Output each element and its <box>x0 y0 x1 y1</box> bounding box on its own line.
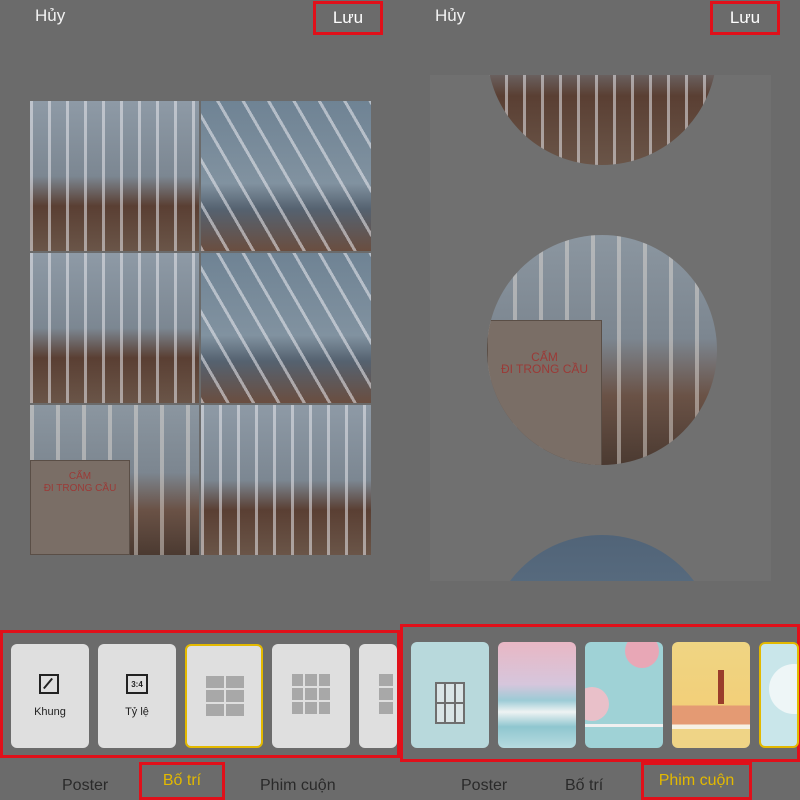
ratio-tool[interactable]: 3:4 Tỷ lệ <box>98 644 176 748</box>
collage-photo[interactable] <box>30 253 199 403</box>
tab-poster[interactable]: Poster <box>62 777 108 795</box>
layout-option[interactable] <box>272 644 350 748</box>
template-thumb[interactable] <box>585 642 663 748</box>
frame-label: Khung <box>34 706 66 718</box>
building-window <box>435 682 465 724</box>
left-screen: Hủy Lưu CẤM ĐI TRONG CẦU Khung 3:4 Tỷ lệ <box>0 0 400 800</box>
collage-canvas[interactable]: CẤM ĐI TRONG CẦU <box>30 101 371 555</box>
tab-layout[interactable]: Bố trí <box>565 777 603 795</box>
tab-film-roll[interactable]: Phim cuộn <box>260 777 336 795</box>
layout-option[interactable] <box>359 644 397 748</box>
sign-text: CẤM ĐI TRONG CẦU <box>487 320 602 465</box>
collage-photo[interactable] <box>30 101 199 251</box>
save-label: Lưu <box>332 8 364 27</box>
sign-text: CẤM ĐI TRONG CẦU <box>30 460 130 555</box>
tab-film-roll[interactable]: Phim cuộn <box>641 762 752 800</box>
grid-layout-icon <box>206 676 244 716</box>
circle-photo[interactable]: CẤM ĐI TRONG CẦU <box>487 235 717 465</box>
layout-toolbar: Khung 3:4 Tỷ lệ <box>0 630 400 758</box>
collage-photo[interactable] <box>201 101 371 251</box>
circle-photo[interactable] <box>487 535 717 581</box>
grid-layout-icon <box>379 674 393 714</box>
frame-icon <box>39 674 59 694</box>
donut-shape <box>585 687 609 721</box>
ratio-label: Tỷ lệ <box>125 706 149 718</box>
ratio-icon: 3:4 <box>126 674 148 694</box>
layout-option-selected[interactable] <box>185 644 263 748</box>
collage-photo[interactable]: CẤM ĐI TRONG CẦU <box>30 405 199 555</box>
door-shape <box>718 670 724 704</box>
collage-photo[interactable] <box>201 253 371 403</box>
cancel-button[interactable]: Hủy <box>35 6 65 26</box>
template-thumb-selected[interactable] <box>759 642 799 748</box>
grid-layout-icon <box>292 674 330 714</box>
tab-layout[interactable]: Bố trí <box>139 762 225 800</box>
template-thumb[interactable] <box>411 642 489 748</box>
frame-tool[interactable]: Khung <box>11 644 89 748</box>
right-screen: Hủy Lưu CẤM ĐI TRONG CẦU Poster Bố trí P… <box>400 0 800 800</box>
donut-shape <box>625 642 659 668</box>
save-label: Lưu <box>729 8 761 27</box>
collage-photo[interactable] <box>201 405 371 555</box>
template-thumb[interactable] <box>498 642 576 748</box>
template-thumb[interactable] <box>672 642 750 748</box>
ratio-icon-text: 3:4 <box>131 679 143 689</box>
tab-poster[interactable]: Poster <box>461 777 507 795</box>
circle-photo[interactable] <box>487 75 717 165</box>
film-roll-toolbar <box>400 624 800 762</box>
collage-canvas[interactable]: CẤM ĐI TRONG CẦU <box>430 75 771 581</box>
save-button[interactable]: Lưu <box>710 1 780 35</box>
save-button[interactable]: Lưu <box>313 1 383 35</box>
cancel-button[interactable]: Hủy <box>435 6 465 26</box>
